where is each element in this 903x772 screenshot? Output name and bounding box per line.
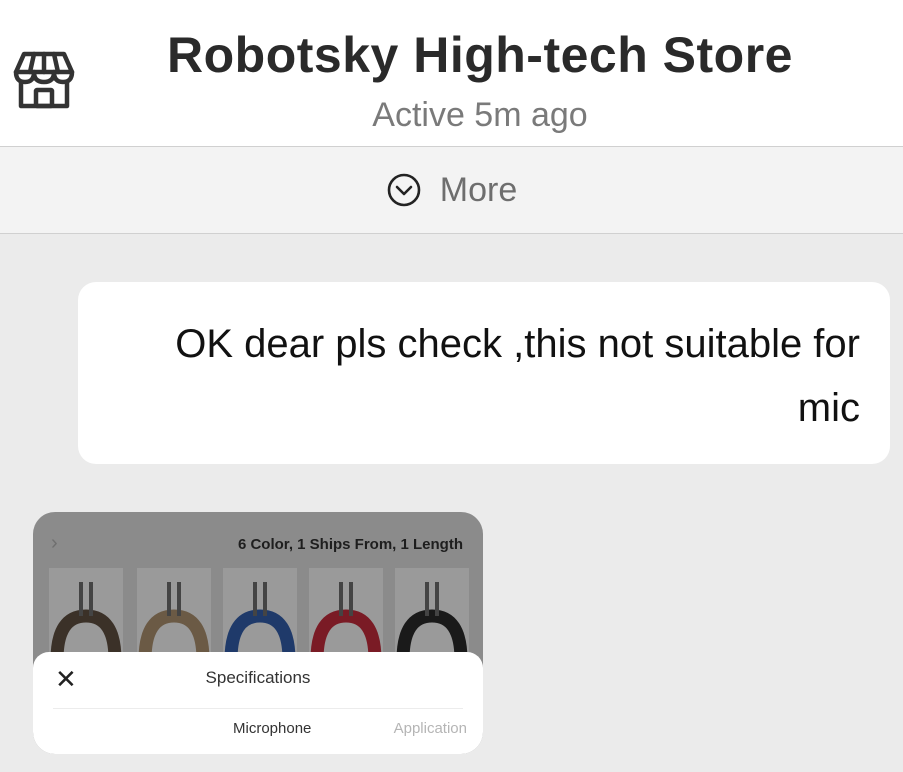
cable-swatch [309,568,383,664]
spec-application: Application [393,720,467,737]
more-label: More [439,170,518,209]
cable-swatch [395,568,469,664]
spec-microphone: Microphone [233,720,312,737]
divider [53,708,463,709]
specifications-sheet: ✕ Specifications Microphone Application [33,652,483,754]
chat-header: Robotsky High-tech Store Active 5m ago [0,0,903,146]
cable-swatch [223,568,297,664]
active-status: Active 5m ago [372,96,588,134]
store-name[interactable]: Robotsky High-tech Store [0,26,903,84]
chevron-down-circle-icon [387,173,421,207]
chevron-right-icon: › [51,532,58,554]
sheet-title: Specifications [205,668,311,687]
variant-summary: 6 Color, 1 Ships From, 1 Length [237,536,463,553]
image-message[interactable]: › 6 Color, 1 Ships From, 1 Length ✕ Spec… [33,512,483,754]
more-button[interactable]: More [0,146,903,234]
cable-swatch [49,568,123,664]
message-bubble[interactable]: OK dear pls check ,this not suitable for… [78,282,890,464]
cable-swatch [137,568,211,664]
